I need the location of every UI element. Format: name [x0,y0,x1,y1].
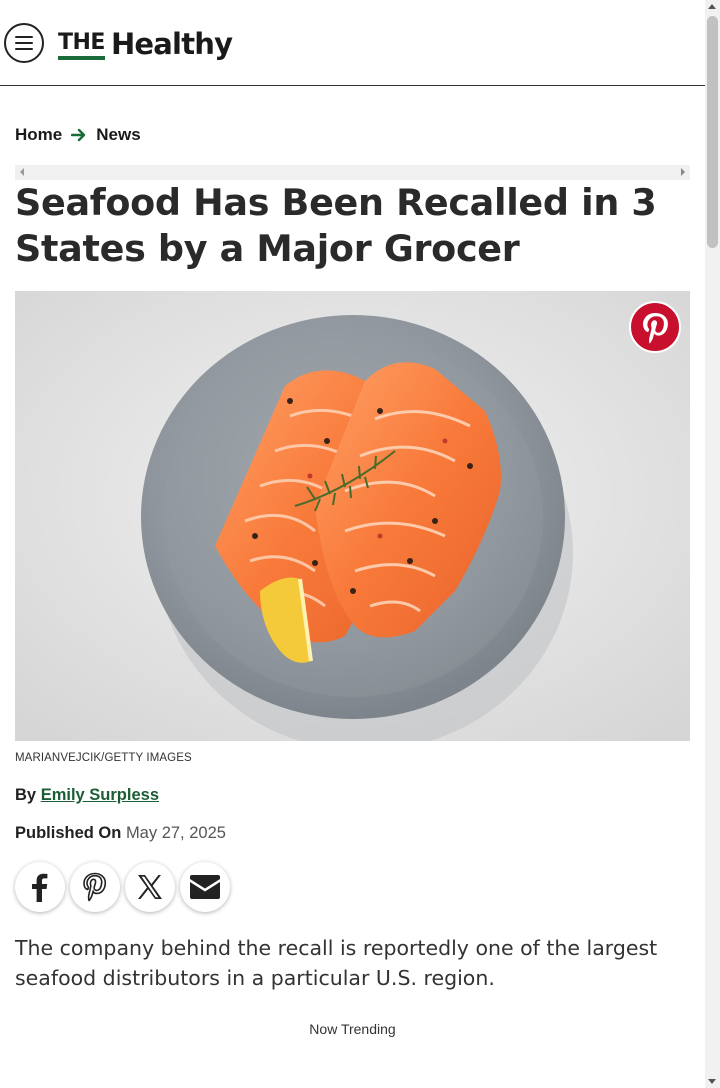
logo-healthy: Healthy [110,27,233,61]
scroll-left-arrow-icon[interactable] [20,168,24,176]
share-buttons [15,862,230,912]
logo-the: THE [58,30,105,60]
share-pinterest-button[interactable] [70,862,120,912]
breadcrumb-home[interactable]: Home [15,125,62,145]
site-header: THE Healthy [0,0,705,86]
scroll-down-arrow-icon[interactable] [708,1079,716,1084]
pinterest-icon [83,872,107,902]
menu-button[interactable] [4,23,44,63]
published-date: Published On May 27, 2025 [15,824,226,843]
pinterest-icon [643,313,668,344]
scroll-right-arrow-icon[interactable] [681,168,685,176]
published-date-value: May 27, 2025 [125,824,226,842]
hero-image [15,291,690,741]
now-trending-label: Now Trending [309,1021,396,1037]
facebook-icon [32,873,48,902]
site-logo[interactable]: THE Healthy [58,24,233,61]
share-facebook-button[interactable] [15,862,65,912]
ad-scroll-strip[interactable] [15,165,690,180]
published-label: Published On [15,824,122,842]
byline-prefix: By [15,786,37,804]
arrow-right-icon [71,128,86,142]
breadcrumb-news[interactable]: News [96,125,140,145]
email-icon [190,875,220,899]
page-scrollbar[interactable] [705,0,720,1088]
byline: By Emily Surpless [15,786,159,805]
share-email-button[interactable] [180,862,230,912]
article-dek: The company behind the recall is reporte… [15,936,658,990]
share-x-button[interactable] [125,862,175,912]
scroll-up-arrow-icon[interactable] [708,4,716,9]
pinterest-save-button[interactable] [629,301,681,353]
salmon-fillets-plate-image [15,291,690,741]
x-twitter-icon [138,875,162,899]
hamburger-menu-icon [15,36,33,50]
breadcrumb: Home News [15,125,141,145]
article-title: Seafood Has Been Recalled in 3 States by… [15,181,657,270]
photo-credit: MARIANVEJCIK/GETTY IMAGES [15,752,192,764]
author-link[interactable]: Emily Surpless [41,786,159,804]
scroll-thumb[interactable] [707,16,718,248]
